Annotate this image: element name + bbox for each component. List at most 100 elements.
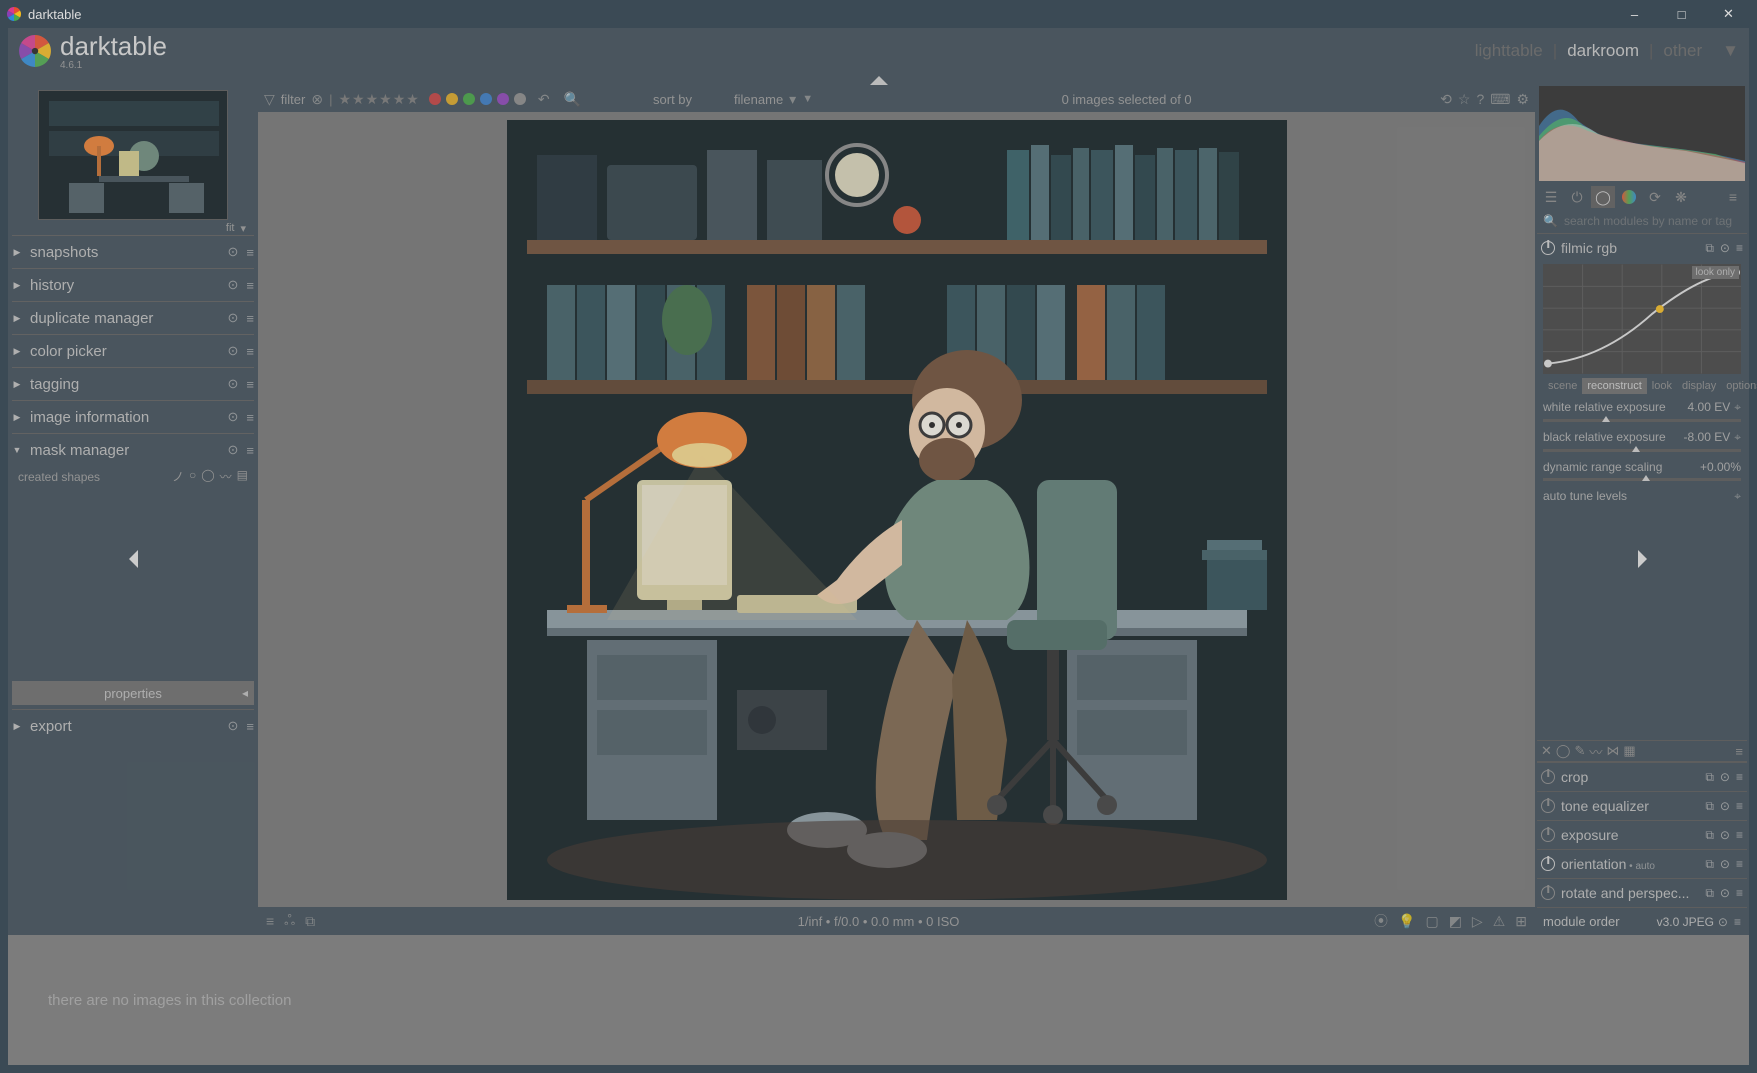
param-dynamic-range[interactable]: dynamic range scaling+0.00%: [1543, 460, 1741, 481]
presets-icon[interactable]: ≡: [246, 719, 254, 734]
second-window-icon[interactable]: ⧉: [305, 913, 315, 930]
reset-icon[interactable]: ⊙: [1718, 915, 1728, 929]
top-panel-toggle[interactable]: [8, 74, 1749, 86]
display-icon[interactable]: ▢: [1425, 913, 1438, 930]
softproof-icon[interactable]: ▷: [1472, 913, 1483, 930]
reset-icon[interactable]: ⊙: [228, 409, 239, 425]
presets-icon[interactable]: ≡: [1736, 799, 1743, 813]
panel-image-information[interactable]: ▶ image information ⊙ ≡: [12, 401, 254, 433]
panel-mask-manager[interactable]: ▼ mask manager ⊙ ≡: [12, 434, 254, 466]
close-button[interactable]: ✕: [1706, 0, 1751, 28]
filmic-tab-options[interactable]: options: [1721, 378, 1757, 394]
module-tone-equalizer-header[interactable]: tone equalizer ⧉ ⊙ ≡: [1537, 792, 1747, 820]
panel-snapshots[interactable]: ▶ snapshots ⊙ ≡: [12, 236, 254, 268]
view-other[interactable]: other: [1663, 41, 1702, 61]
multi-instance-icon[interactable]: ⧉: [1705, 770, 1714, 785]
reset-icon[interactable]: ⊙: [228, 718, 239, 734]
module-order-row[interactable]: module order v3.0 JPEG ⊙ ≡: [1537, 907, 1747, 935]
color-label-dot[interactable]: [446, 93, 458, 105]
view-dropdown-icon[interactable]: ▼: [1722, 41, 1739, 61]
multi-instance-icon[interactable]: ⧉: [1705, 857, 1714, 872]
multi-instance-icon[interactable]: ⧉: [1705, 799, 1714, 814]
presets-icon[interactable]: ≡: [1736, 886, 1743, 900]
gamut-icon[interactable]: ⚠: [1493, 913, 1506, 930]
sort-dropdown-icon[interactable]: ▾: [789, 91, 796, 108]
reset-icon[interactable]: ⊙: [228, 343, 239, 359]
power-icon[interactable]: [1541, 770, 1555, 784]
module-search[interactable]: 🔍 search modules by name or tag: [1537, 209, 1747, 233]
iso-preview-icon[interactable]: 💡: [1398, 913, 1415, 930]
presets-icon[interactable]: ≡: [1736, 857, 1743, 871]
presets-icon[interactable]: ≡: [246, 278, 254, 293]
undo-icon[interactable]: ↶: [538, 91, 550, 108]
overlay-star-icon[interactable]: ☆: [1458, 91, 1471, 108]
left-panel-toggle[interactable]: [8, 547, 258, 571]
sort-direction-icon[interactable]: ▼: [802, 93, 813, 105]
mask-uniform-icon[interactable]: ◯: [1556, 743, 1571, 759]
collapse-grouped-icon[interactable]: ⟲: [1440, 91, 1452, 108]
path-tool-icon[interactable]: 〰: [220, 468, 232, 485]
presets-icon[interactable]: ≡: [1736, 770, 1743, 784]
param-white-exposure[interactable]: white relative exposure4.00 EV⌖: [1543, 400, 1741, 422]
power-icon[interactable]: [1541, 799, 1555, 813]
reset-icon[interactable]: ⊙: [1720, 799, 1730, 813]
color-label-dot[interactable]: [463, 93, 475, 105]
tab-presets-icon[interactable]: ≡: [1721, 186, 1745, 208]
tab-base-icon[interactable]: ◯: [1591, 186, 1615, 208]
filmic-curve[interactable]: look only: [1543, 264, 1741, 374]
circle-tool-icon[interactable]: ○: [189, 468, 196, 485]
reset-icon[interactable]: ⊙: [1720, 241, 1730, 255]
mask-drawn-icon[interactable]: ✎: [1574, 743, 1585, 759]
presets-icon[interactable]: ≡: [246, 410, 254, 425]
styles-icon[interactable]: ஃ: [284, 912, 295, 931]
shortcuts-icon[interactable]: ⌨: [1490, 91, 1510, 108]
clipping-icon[interactable]: ◩: [1449, 913, 1462, 930]
presets-icon[interactable]: ≡: [1734, 915, 1741, 929]
mask-param-icon[interactable]: 〰: [1589, 742, 1602, 761]
color-label-dot[interactable]: [497, 93, 509, 105]
filmstrip[interactable]: there are no images in this collection: [8, 935, 1749, 1065]
module-orientation-header[interactable]: orientation • auto ⧉ ⊙ ≡: [1537, 850, 1747, 878]
panel-tagging[interactable]: ▶ tagging ⊙ ≡: [12, 368, 254, 400]
param-auto-tune[interactable]: auto tune levels⌖: [1543, 489, 1741, 504]
reset-icon[interactable]: ⊙: [1720, 770, 1730, 784]
power-icon[interactable]: [1541, 828, 1555, 842]
zoom-dropdown-icon[interactable]: ▾: [240, 222, 246, 235]
guides-icon[interactable]: ⊞: [1515, 913, 1527, 930]
zoom-fit[interactable]: fit: [226, 222, 235, 235]
mask-presets-icon[interactable]: ≡: [1735, 744, 1743, 759]
help-icon[interactable]: ?: [1476, 91, 1484, 107]
histogram[interactable]: [1539, 86, 1745, 181]
multi-instance-icon[interactable]: ⧉: [1705, 886, 1714, 901]
preferences-icon[interactable]: ⚙: [1516, 91, 1529, 108]
picker-icon[interactable]: ⌖: [1734, 400, 1741, 414]
filmic-tab-reconstruct[interactable]: reconstruct: [1582, 378, 1646, 394]
filmic-tab-look[interactable]: look: [1647, 378, 1677, 394]
multi-instance-icon[interactable]: ⧉: [1705, 241, 1714, 256]
color-label-dot[interactable]: [429, 93, 441, 105]
reset-icon[interactable]: ⊙: [228, 310, 239, 326]
filmic-tab-display[interactable]: display: [1677, 378, 1721, 394]
mask-raster-icon[interactable]: ▦: [1623, 743, 1635, 759]
panel-export[interactable]: ▶ export ⊙ ≡: [12, 710, 254, 742]
gradient-tool-icon[interactable]: ▤: [237, 468, 248, 485]
color-label-dot[interactable]: [480, 93, 492, 105]
presets-icon[interactable]: ≡: [246, 245, 254, 260]
reset-icon[interactable]: ⊙: [228, 244, 239, 260]
minimize-button[interactable]: –: [1612, 0, 1657, 28]
presets-icon[interactable]: ≡: [246, 443, 254, 458]
module-filmic-header[interactable]: filmic rgb ⧉ ⊙ ≡: [1537, 234, 1747, 262]
right-panel-toggle[interactable]: [1535, 547, 1749, 571]
clear-filter-icon[interactable]: ⊗: [311, 91, 323, 108]
tab-active-icon[interactable]: ⏻: [1565, 186, 1589, 208]
navigation-thumbnail[interactable]: [38, 90, 228, 220]
view-darkroom[interactable]: darkroom: [1567, 41, 1639, 61]
mask-off-icon[interactable]: ✕: [1541, 743, 1552, 759]
reset-icon[interactable]: ⊙: [1720, 828, 1730, 842]
focus-peaking-icon[interactable]: ⦿: [1374, 911, 1388, 931]
picker-icon[interactable]: ⌖: [1734, 489, 1741, 504]
tab-effect-icon[interactable]: ❋: [1669, 186, 1693, 208]
reset-icon[interactable]: ⊙: [228, 442, 239, 458]
presets-icon[interactable]: ≡: [246, 344, 254, 359]
reset-icon[interactable]: ⊙: [1720, 886, 1730, 900]
